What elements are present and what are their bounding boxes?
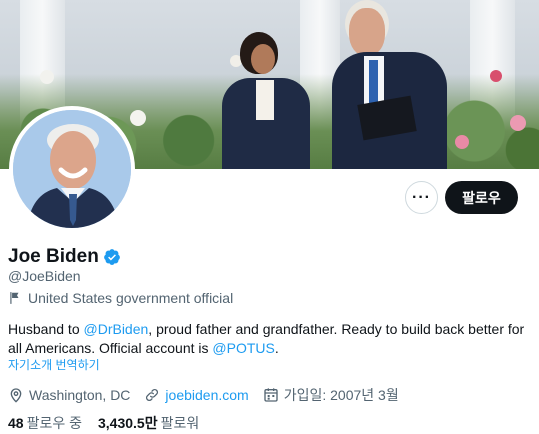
- following-label: 팔로우 중: [26, 415, 82, 431]
- more-button[interactable]: ···: [405, 181, 438, 214]
- followers-stat[interactable]: 3,430.5만 팔로워: [98, 413, 199, 433]
- profile-handle: @JoeBiden: [8, 268, 81, 284]
- profile-meta: Washington, DC joebiden.com 가입일: 2007년 3…: [8, 385, 413, 405]
- mention-link-drbiden[interactable]: @DrBiden: [84, 321, 149, 337]
- location-text: Washington, DC: [29, 387, 131, 403]
- avatar-image: [13, 110, 131, 228]
- banner-flower: [40, 70, 54, 84]
- banner-person-blouse: [256, 80, 274, 120]
- banner-person-face: [251, 44, 275, 74]
- profile-name: Joe Biden: [8, 246, 99, 267]
- banner-person-tie: [369, 60, 378, 104]
- banner-flower: [455, 135, 469, 149]
- link-icon: [146, 388, 159, 402]
- profile-location: Washington, DC: [8, 387, 130, 403]
- location-pin-icon: [10, 388, 22, 403]
- profile-joined: 가입일: 2007년 3월: [263, 385, 399, 405]
- more-icon: ···: [412, 188, 431, 206]
- banner-flower: [130, 110, 146, 126]
- government-label-text: United States government official: [28, 290, 234, 306]
- profile-stats: 48 팔로우 중 3,430.5만 팔로워: [8, 413, 215, 433]
- verified-badge-icon[interactable]: [103, 248, 121, 266]
- followers-count: 3,430.5만: [98, 415, 158, 431]
- calendar-icon: [264, 388, 278, 402]
- profile-bio: Husband to @DrBiden, proud father and gr…: [8, 320, 528, 358]
- mention-link-potus[interactable]: @POTUS: [212, 340, 274, 356]
- following-count: 48: [8, 415, 24, 431]
- profile-avatar[interactable]: [9, 106, 135, 232]
- follow-button[interactable]: 팔로우: [445, 181, 518, 214]
- flag-icon: [10, 292, 19, 304]
- government-label[interactable]: United States government official: [8, 290, 233, 306]
- bio-text: Husband to: [8, 321, 84, 337]
- profile-website[interactable]: joebiden.com: [144, 387, 249, 403]
- banner-person-face: [349, 8, 385, 56]
- website-link[interactable]: joebiden.com: [165, 387, 248, 403]
- banner-flower: [490, 70, 502, 82]
- translate-bio-link[interactable]: 자기소개 번역하기: [8, 356, 100, 373]
- following-stat[interactable]: 48 팔로우 중: [8, 413, 82, 433]
- profile-name-row: Joe Biden: [8, 246, 121, 268]
- joined-text: 가입일: 2007년 3월: [283, 387, 399, 403]
- bio-text: .: [274, 340, 279, 356]
- followers-label: 팔로워: [160, 415, 200, 431]
- banner-flower: [510, 115, 526, 131]
